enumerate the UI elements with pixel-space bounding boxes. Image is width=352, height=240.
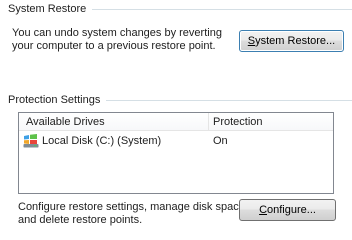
system-restore-button[interactable]: System Restore... bbox=[239, 30, 344, 52]
available-drives-list[interactable]: Available Drives Protection Local Disk (… bbox=[18, 112, 334, 194]
column-header-protection-label: Protection bbox=[213, 115, 263, 128]
configure-button[interactable]: Configure... bbox=[239, 199, 336, 221]
column-header-available-drives[interactable]: Available Drives bbox=[19, 113, 209, 130]
column-header-available-drives-label: Available Drives bbox=[26, 115, 105, 128]
column-header-protection[interactable]: Protection bbox=[209, 113, 333, 130]
configure-description: Configure restore settings, manage disk … bbox=[18, 201, 248, 227]
system-restore-button-label: ystem Restore... bbox=[255, 35, 336, 47]
drive-protection-cell: On bbox=[209, 135, 333, 147]
configure-description-line2: and delete restore points. bbox=[18, 214, 143, 226]
local-disk-icon bbox=[23, 133, 39, 148]
list-header: Available Drives Protection bbox=[19, 113, 333, 131]
system-restore-group-title: System Restore bbox=[8, 3, 87, 15]
drive-name-cell: Local Disk (C:) (System) bbox=[19, 133, 209, 148]
system-restore-group-header: System Restore bbox=[0, 2, 352, 16]
drive-row-local-disk-c[interactable]: Local Disk (C:) (System) On bbox=[19, 131, 333, 150]
system-restore-description-line1: You can undo system changes by reverting bbox=[12, 27, 222, 39]
system-restore-description-line2: your computer to a previous restore poin… bbox=[12, 40, 216, 52]
protection-settings-group-header: Protection Settings bbox=[0, 93, 352, 107]
configure-button-mnemonic: C bbox=[259, 204, 268, 216]
drive-name: Local Disk (C:) (System) bbox=[42, 134, 162, 147]
group-divider bbox=[106, 99, 352, 101]
configure-description-line1: Configure restore settings, manage disk … bbox=[18, 201, 248, 213]
drive-protection-status: On bbox=[213, 134, 228, 147]
system-restore-description: You can undo system changes by reverting… bbox=[12, 27, 222, 53]
system-restore-button-mnemonic: S bbox=[247, 35, 256, 47]
group-divider bbox=[92, 8, 352, 10]
configure-button-label: onfigure... bbox=[267, 204, 316, 216]
protection-settings-group-title: Protection Settings bbox=[8, 94, 101, 106]
